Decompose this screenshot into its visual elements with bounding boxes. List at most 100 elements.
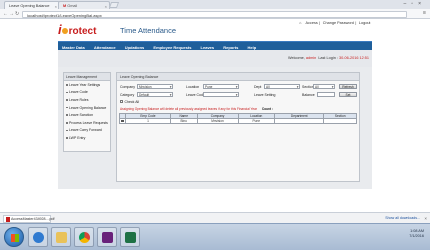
sidebar-item-leave-sanction[interactable]: Leave Sanction bbox=[64, 111, 110, 119]
close-icon[interactable]: × bbox=[105, 4, 107, 9]
leave-code-select[interactable] bbox=[203, 92, 239, 97]
check-all-checkbox[interactable] bbox=[120, 100, 123, 103]
welcome-text: Welcome, admin Last Login : 30-06-2016 1… bbox=[288, 56, 369, 60]
sidebar-item-label: Leave Opening Balance bbox=[69, 105, 107, 110]
company-value: Mnvision bbox=[139, 85, 152, 90]
last-login-label: Last Login : bbox=[318, 56, 338, 60]
sidebar-title: Leave Management bbox=[64, 73, 110, 81]
sidebar-item-leave-carry-forward[interactable]: Leave Carry Forward bbox=[64, 127, 110, 135]
sidebar-item-leave-year-settings[interactable]: Leave Year Settings bbox=[64, 81, 110, 89]
panel-title: Leave Opening Balance bbox=[117, 73, 359, 81]
sidebar-item-lwp-entry[interactable]: LWP Entry bbox=[64, 134, 110, 142]
folder-icon bbox=[56, 232, 67, 243]
ie-icon bbox=[33, 232, 44, 243]
sidebar-item-label: Leave Carry Forward bbox=[69, 128, 102, 133]
tab-label: Leave Opening Balance bbox=[9, 3, 50, 8]
sidebar-item-leave-opening-balance[interactable]: Leave Opening Balance bbox=[64, 104, 110, 112]
section-value: All bbox=[315, 85, 319, 90]
download-filename: AccessMaster434928....pdf bbox=[11, 217, 55, 221]
gmail-icon: M bbox=[63, 3, 67, 8]
system-tray[interactable]: 1:08 AM 7/1/2016 bbox=[409, 229, 424, 239]
last-login-value: 30-06-2016 12:51 bbox=[339, 56, 369, 60]
logo-i: i bbox=[58, 22, 62, 37]
reload-icon[interactable]: ↻ bbox=[15, 11, 19, 17]
sidebar-item-label: Leave Sanction bbox=[69, 113, 94, 118]
warning-text: Assigning Opening Balance will delete al… bbox=[120, 107, 257, 111]
close-icon[interactable]: × bbox=[55, 4, 57, 9]
home-icon[interactable]: ⌂ bbox=[299, 21, 301, 25]
company-select[interactable]: Mnvision bbox=[137, 84, 173, 89]
tray-date: 7/1/2016 bbox=[409, 234, 424, 238]
taskbar-ie[interactable] bbox=[28, 227, 48, 247]
download-item[interactable]: AccessMaster434928....pdf bbox=[3, 214, 55, 223]
cell-company: Mnvision bbox=[196, 118, 239, 124]
taskbar: 1:08 AM 7/1/2016 bbox=[0, 223, 430, 250]
section-label: Section bbox=[302, 85, 314, 89]
leave-setting-label: Leave Setting bbox=[254, 93, 276, 97]
balance-input[interactable] bbox=[317, 92, 335, 97]
logo-dot-icon bbox=[62, 28, 69, 34]
taskbar-excel[interactable] bbox=[120, 227, 140, 247]
welcome-user: admin bbox=[305, 56, 317, 60]
top-links: ⌂ Access | Change Password | Logout bbox=[299, 20, 371, 25]
sidebar: Leave Management Leave Year Settings Lea… bbox=[63, 72, 111, 152]
set-button[interactable]: Set bbox=[339, 92, 357, 97]
welcome-bar: Welcome, admin Last Login : 30-06-2016 1… bbox=[58, 50, 372, 67]
cell-location: Pune bbox=[237, 118, 276, 124]
app-header: i rotect Time Attendance ⌂ Access | Change… bbox=[0, 19, 430, 41]
address-bar-row: ← → ↻ localhost/iprotect1/LeaveOpeningBa… bbox=[0, 9, 430, 19]
download-bar: AccessMaster434928....pdf Show all downl… bbox=[0, 212, 430, 223]
forward-icon[interactable]: → bbox=[9, 11, 14, 17]
sidebar-item-leave-code[interactable]: Leave Code bbox=[64, 89, 110, 97]
cell-section bbox=[323, 118, 357, 124]
link-logout[interactable]: Logout bbox=[359, 21, 371, 25]
sidebar-item-label: Leave Year Settings bbox=[69, 82, 101, 87]
page-footer bbox=[0, 189, 430, 212]
logo: i rotect bbox=[58, 22, 96, 37]
section-select[interactable]: All bbox=[313, 84, 335, 89]
category-label: Category bbox=[120, 93, 135, 97]
category-value: Default bbox=[139, 93, 150, 98]
sidebar-item-label: Process Leave Requests bbox=[69, 120, 108, 125]
location-select[interactable]: Pune bbox=[203, 84, 239, 89]
chrome-icon bbox=[79, 232, 90, 243]
visual-studio-icon bbox=[102, 232, 113, 243]
new-tab-button[interactable] bbox=[108, 2, 120, 8]
close-icon[interactable]: × bbox=[424, 216, 427, 221]
windows-flag-icon bbox=[11, 234, 19, 242]
category-select[interactable]: Default bbox=[137, 92, 173, 97]
location-label: Location bbox=[186, 85, 200, 89]
show-all-downloads-link[interactable]: Show all downloads... bbox=[385, 216, 420, 220]
taskbar-visual-studio[interactable] bbox=[97, 227, 117, 247]
welcome-prefix: Welcome, bbox=[287, 56, 305, 60]
sidebar-item-label: Leave Rules bbox=[69, 97, 89, 102]
tab-label: Gmail bbox=[67, 3, 78, 8]
link-access[interactable]: Access bbox=[306, 21, 318, 25]
cell-name: Binu bbox=[169, 118, 198, 124]
logo-text: rotect bbox=[68, 26, 97, 37]
url-input[interactable]: localhost/iprotect1/LeaveOpeningBal.aspx bbox=[22, 10, 407, 18]
refresh-button[interactable]: Refresh bbox=[339, 84, 357, 89]
table-row: 1 Binu Mnvision Pune bbox=[119, 118, 357, 124]
employee-grid: Emp Code Name Company Location Departmen… bbox=[119, 113, 357, 124]
sidebar-item-label: LWP Entry bbox=[69, 135, 86, 140]
sidebar-item-label: Leave Code bbox=[69, 90, 88, 95]
leave-opening-balance-panel: Leave Opening Balance Company Mnvision L… bbox=[116, 72, 360, 182]
window-controls[interactable]: –▫× bbox=[404, 1, 426, 7]
tab-gmail[interactable]: M Gmail × bbox=[58, 1, 110, 9]
back-icon[interactable]: ← bbox=[3, 11, 8, 17]
app-title: Time Attendance bbox=[120, 26, 177, 35]
url-text: localhost/iprotect1/LeaveOpeningBal.aspx bbox=[27, 12, 102, 18]
count-label: Count : bbox=[261, 107, 274, 111]
tab-leave-opening-balance[interactable]: Leave Opening Balance × bbox=[4, 1, 60, 9]
menu-icon[interactable]: ≡ bbox=[423, 10, 426, 16]
taskbar-chrome[interactable] bbox=[74, 227, 94, 247]
dept-select[interactable]: All bbox=[264, 84, 300, 89]
start-button[interactable] bbox=[4, 227, 24, 247]
sidebar-item-process-leave-requests[interactable]: Process Leave Requests bbox=[64, 119, 110, 127]
main-nav: Master Data Attendance Updations Employe… bbox=[58, 41, 372, 50]
link-change-password[interactable]: Change Password bbox=[323, 21, 354, 25]
sidebar-item-leave-rules[interactable]: Leave Rules bbox=[64, 96, 110, 104]
excel-icon bbox=[125, 232, 136, 243]
taskbar-explorer[interactable] bbox=[51, 227, 71, 247]
